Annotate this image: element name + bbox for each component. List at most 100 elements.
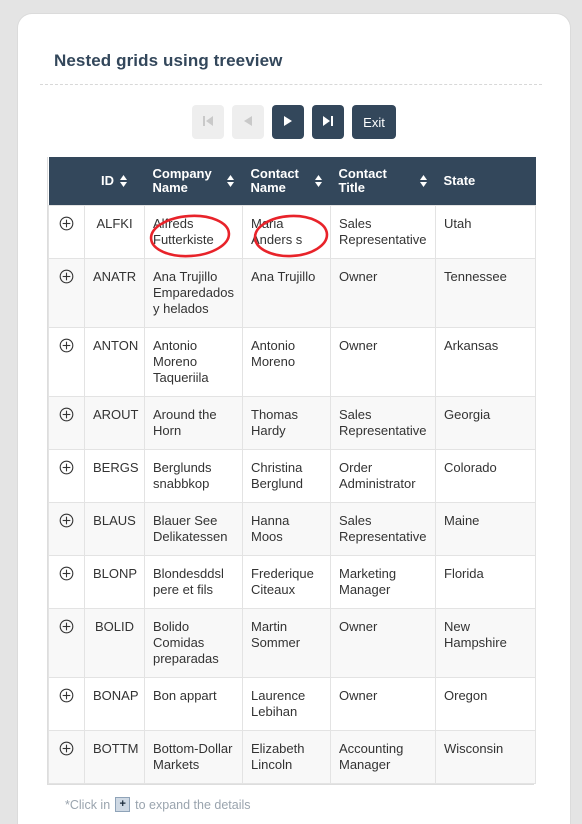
cell-id: ANATR xyxy=(84,258,145,328)
cell-id: ALFKI xyxy=(84,205,145,259)
cell-contact-name: Antonio Moreno xyxy=(242,327,331,397)
last-page-button[interactable] xyxy=(312,105,344,139)
pager-toolbar: Exit xyxy=(192,102,402,142)
grid-header-row: ID Company Name Contact Name Contact Tit… xyxy=(48,157,536,206)
table-row[interactable]: ANTON Antonio Moreno Taqueriila Antonio Mo… xyxy=(48,327,536,397)
table-row[interactable]: BOLID Bolido Comidas preparadas Martin Som… xyxy=(48,608,536,678)
column-header-contact-title[interactable]: Contact Title xyxy=(330,157,436,206)
cell-company-name: Bon appart xyxy=(144,677,243,731)
page-title: Nested grids using treeview xyxy=(54,51,283,70)
cell-state: Utah xyxy=(435,205,536,259)
cell-contact-title: Owner xyxy=(330,258,436,328)
footnote-prefix: *Click in xyxy=(65,797,111,812)
sort-arrows-contact-title-icon[interactable] xyxy=(419,173,428,189)
cell-contact-name: Frederique Citeaux xyxy=(242,555,331,609)
next-page-button[interactable] xyxy=(272,105,304,139)
cell-company-name: Ana Trujillo Emparedados y helados xyxy=(144,258,243,328)
cell-state: Colorado xyxy=(435,449,536,503)
cell-id: BONAP xyxy=(84,677,145,731)
table-row[interactable]: BOTTM Bottom-Dollar Markets Elizabeth Linc… xyxy=(48,730,536,784)
plus-box-icon: + xyxy=(115,797,131,812)
expand-row-button[interactable] xyxy=(48,449,85,503)
exit-button[interactable]: Exit xyxy=(352,105,396,139)
column-header-contact-name-label: Contact Name xyxy=(250,166,299,195)
expand-row-button[interactable] xyxy=(48,677,85,731)
cell-state: Arkansas xyxy=(435,327,536,397)
first-page-button[interactable] xyxy=(192,105,224,139)
expand-row-button[interactable] xyxy=(48,555,85,609)
cell-contact-name: Hanna Moos xyxy=(242,502,331,556)
expand-row-button[interactable] xyxy=(48,608,85,678)
cell-state: Maine xyxy=(435,502,536,556)
table-row[interactable]: BERGS Berglunds snabbkop Christina Berglun… xyxy=(48,449,536,503)
cell-contact-title: Order Administrator xyxy=(330,449,436,503)
table-row[interactable]: BLONP Blondesddsl pere et fils Frederique … xyxy=(48,555,536,609)
circle-plus-icon[interactable] xyxy=(59,407,74,422)
expand-row-button[interactable] xyxy=(48,396,85,450)
cell-contact-name: Laurence Lebihan xyxy=(242,677,331,731)
content-card: Nested grids using treeview Exit ID Comp… xyxy=(18,14,570,824)
cell-state: Georgia xyxy=(435,396,536,450)
cell-contact-name: Ana Trujillo xyxy=(242,258,331,328)
cell-contact-name: Elizabeth Lincoln xyxy=(242,730,331,784)
screenshot-root: Nested grids using treeview Exit ID Comp… xyxy=(0,0,582,824)
cell-id: AROUT xyxy=(84,396,145,450)
cell-id: ANTON xyxy=(84,327,145,397)
cell-contact-name: Christina Berglund xyxy=(242,449,331,503)
expand-row-button[interactable] xyxy=(48,205,85,259)
table-row[interactable]: ALFKI Alfreds Futterkiste Maria Anders s Sa… xyxy=(48,205,536,259)
cell-company-name: Berglunds snabbkop xyxy=(144,449,243,503)
cell-company-name: Blauer See Delikatessen xyxy=(144,502,243,556)
cell-id: BLONP xyxy=(84,555,145,609)
last-page-icon xyxy=(320,113,336,132)
cell-company-name: Blondesddsl pere et fils xyxy=(144,555,243,609)
expand-row-button[interactable] xyxy=(48,258,85,328)
cell-company-name: Bottom-Dollar Markets xyxy=(144,730,243,784)
cell-id: BOLID xyxy=(84,608,145,678)
cell-id: BOTTM xyxy=(84,730,145,784)
cell-company-name: Alfreds Futterkiste xyxy=(144,205,243,259)
cell-id: BLAUS xyxy=(84,502,145,556)
column-header-state[interactable]: State xyxy=(435,157,536,206)
column-header-company-name[interactable]: Company Name xyxy=(144,157,243,206)
next-page-icon xyxy=(280,113,296,132)
cell-state: Florida xyxy=(435,555,536,609)
cell-contact-title: Owner xyxy=(330,608,436,678)
sort-arrows-contact-name-icon[interactable] xyxy=(314,173,323,189)
footnote-suffix: to expand the details xyxy=(135,797,251,812)
column-header-company-name-label: Company Name xyxy=(152,166,212,195)
previous-page-button[interactable] xyxy=(232,105,264,139)
circle-plus-icon[interactable] xyxy=(59,216,74,231)
expand-row-button[interactable] xyxy=(48,327,85,397)
title-divider xyxy=(40,84,542,85)
circle-plus-icon[interactable] xyxy=(59,688,74,703)
cell-id: BERGS xyxy=(84,449,145,503)
cell-contact-title: Accounting Manager xyxy=(330,730,436,784)
footnote: *Click in + to expand the details xyxy=(65,797,251,812)
table-row[interactable]: ANATR Ana Trujillo Emparedados y helados A… xyxy=(48,258,536,328)
column-header-id[interactable]: ID xyxy=(84,157,145,206)
column-header-contact-name[interactable]: Contact Name xyxy=(242,157,331,206)
circle-plus-icon[interactable] xyxy=(59,741,74,756)
sort-arrows-company-name-icon[interactable] xyxy=(226,173,235,189)
cell-state: Wisconsin xyxy=(435,730,536,784)
cell-contact-name: Martin Sommer xyxy=(242,608,331,678)
circle-plus-icon[interactable] xyxy=(59,269,74,284)
circle-plus-icon[interactable] xyxy=(59,619,74,634)
circle-plus-icon[interactable] xyxy=(59,460,74,475)
table-row[interactable]: BLAUS Blauer See Delikatessen Hanna Moos Sa… xyxy=(48,502,536,556)
table-row[interactable]: BONAP Bon appart Laurence Lebihan Owner Oreg… xyxy=(48,677,536,731)
cell-company-name: Bolido Comidas preparadas xyxy=(144,608,243,678)
cell-company-name: Around the Horn xyxy=(144,396,243,450)
cell-state: Tennessee xyxy=(435,258,536,328)
circle-plus-icon[interactable] xyxy=(59,338,74,353)
sort-arrows-id-icon[interactable] xyxy=(119,173,128,189)
column-header-state-label: State xyxy=(443,173,476,188)
expand-row-button[interactable] xyxy=(48,730,85,784)
circle-plus-icon[interactable] xyxy=(59,566,74,581)
cell-contact-title: Sales Representative xyxy=(330,205,436,259)
table-row[interactable]: AROUT Around the Horn Thomas Hardy Sales Re… xyxy=(48,396,536,450)
circle-plus-icon[interactable] xyxy=(59,513,74,528)
expand-row-button[interactable] xyxy=(48,502,85,556)
cell-contact-title: Sales Representative xyxy=(330,502,436,556)
